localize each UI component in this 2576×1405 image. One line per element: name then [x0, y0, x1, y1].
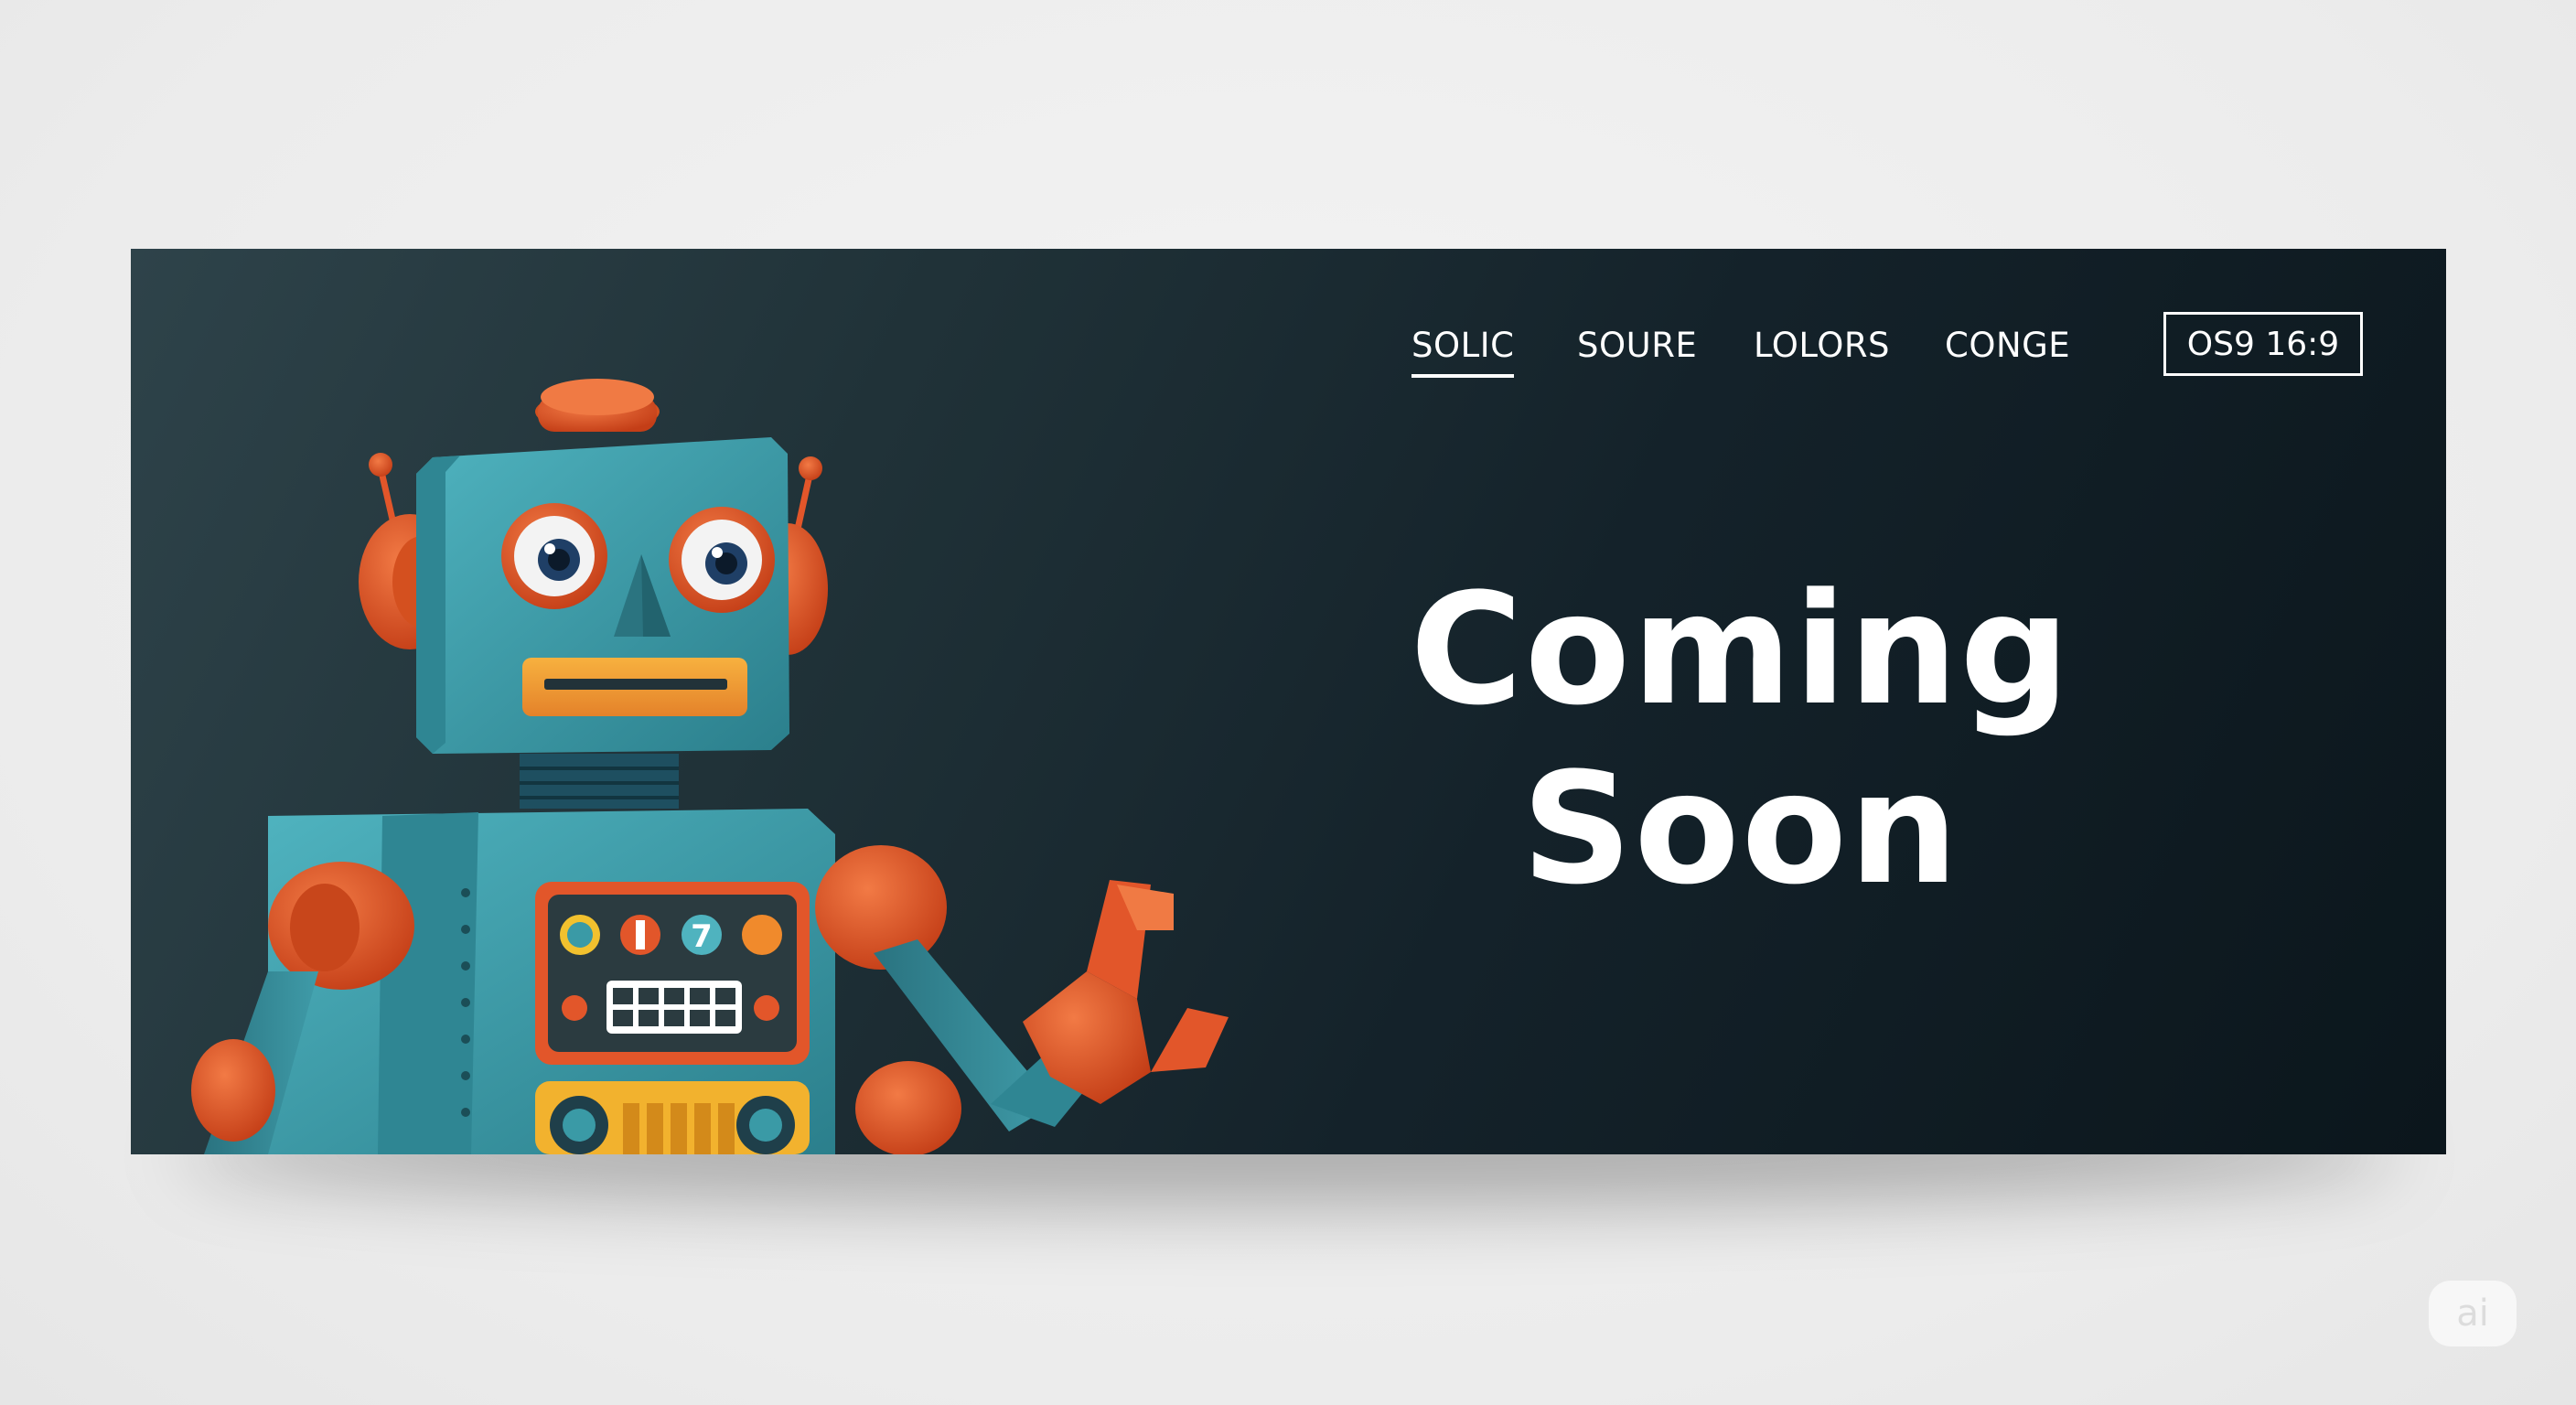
svg-text:7: 7 [691, 918, 713, 955]
control-panel-icon: 7 [535, 882, 810, 1065]
nav-item-solic[interactable]: SOLIC [1411, 326, 1515, 378]
hero-banner: 7 SOLIC SOURE LOLORS CONGE OS9 16:9 Comi… [131, 249, 2446, 1154]
nav-item-soure[interactable]: SOURE [1577, 326, 1697, 365]
top-navigation: SOLIC SOURE LOLORS CONGE OS9 16:9 [131, 249, 2446, 395]
nav-item-lolors[interactable]: LOLORS [1754, 326, 1890, 365]
nav-item-conge[interactable]: CONGE [1945, 326, 2070, 365]
coming-soon-heading: Coming Soon [1329, 560, 2152, 918]
ai-watermark-icon: ai [2429, 1281, 2517, 1346]
heading-line-1: Coming [1410, 560, 2072, 739]
page: 7 SOLIC SOURE LOLORS CONGE OS9 16:9 Comi… [0, 0, 2576, 1405]
aspect-ratio-badge-button[interactable]: OS9 16:9 [2163, 312, 2363, 376]
right-arm-icon [815, 845, 1229, 1154]
eye-left-icon [501, 503, 607, 609]
heading-line-2: Soon [1521, 739, 1960, 918]
eye-right-icon [669, 507, 775, 613]
mouth-icon [522, 658, 747, 716]
